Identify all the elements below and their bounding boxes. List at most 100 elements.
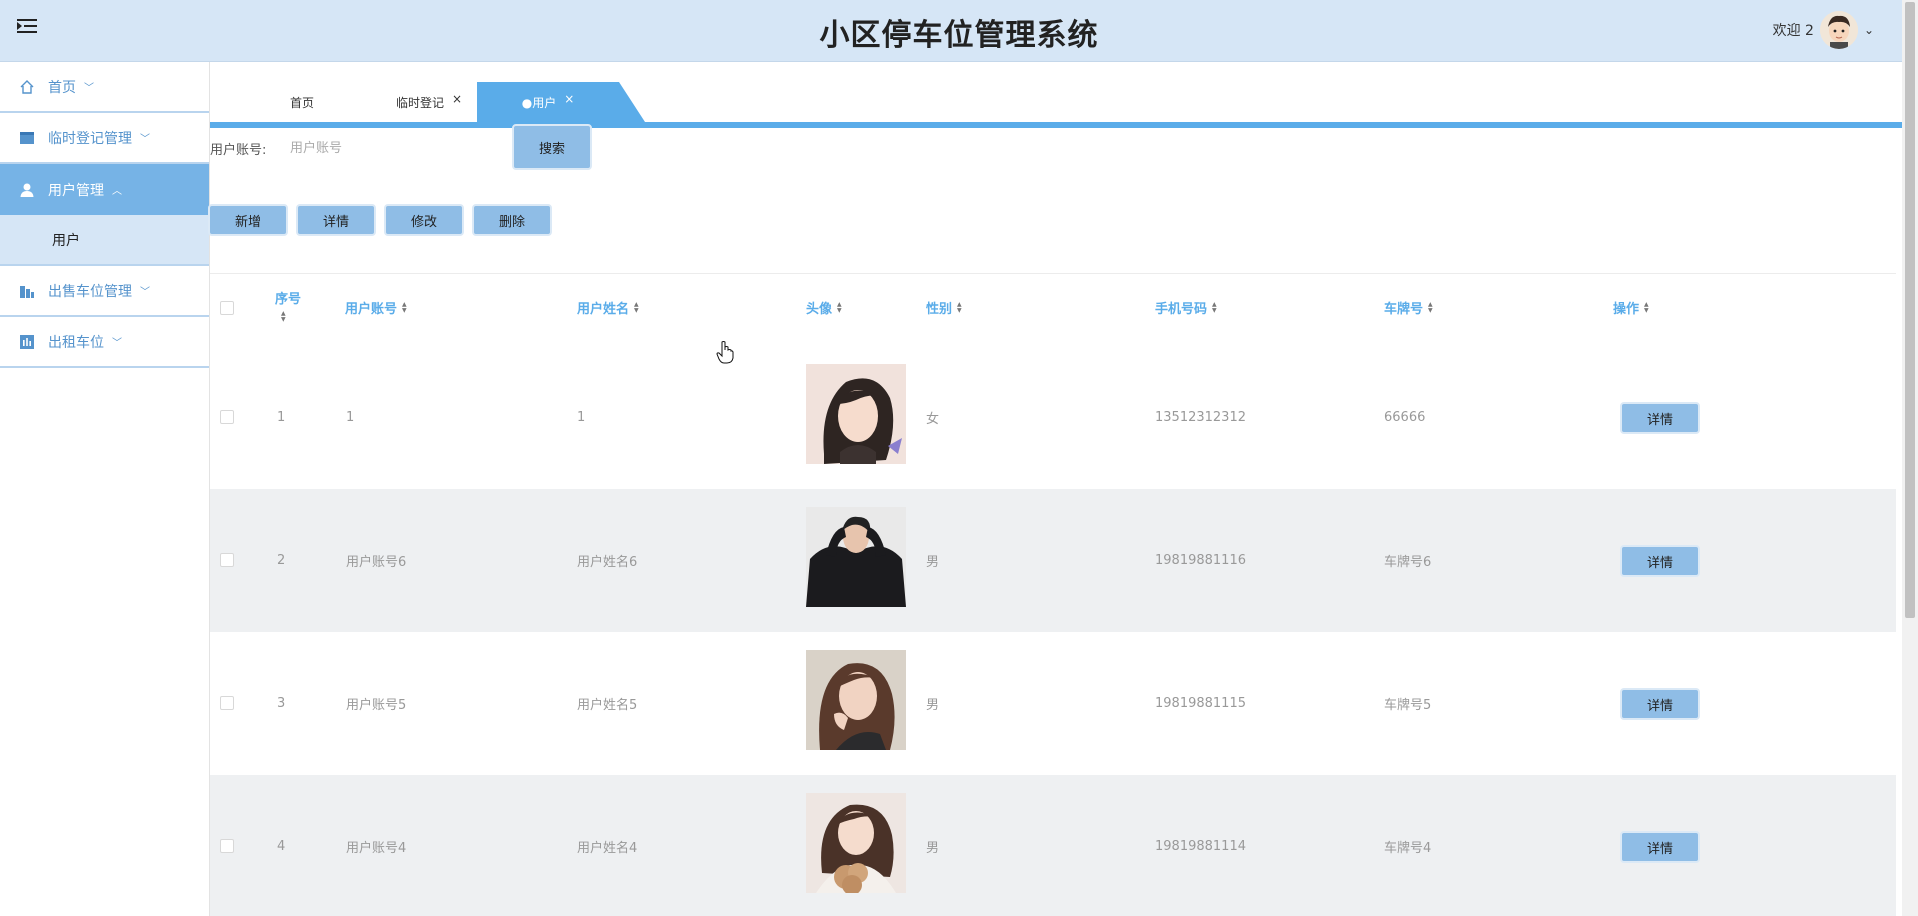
divider <box>210 273 1896 274</box>
tab-user[interactable]: ●用户 × <box>477 82 619 122</box>
cell-index: 4 <box>277 839 286 854</box>
column-header-plate[interactable]: 车牌号 ▲ ▼ <box>1384 298 1433 317</box>
column-header-avatar[interactable]: 头像 ▲ ▼ <box>806 298 842 317</box>
close-icon[interactable]: × <box>564 92 574 106</box>
building-icon <box>18 282 36 300</box>
table-row[interactable]: 3 用户账号5 用户姓名5 男 19819881115 车牌号5 详情 <box>210 632 1896 775</box>
cell-index: 1 <box>277 410 286 425</box>
detail-button[interactable]: 详情 <box>296 204 376 236</box>
tab-home[interactable]: 首页 <box>290 82 360 122</box>
cell-phone: 19819881115 <box>1155 696 1246 711</box>
top-header: 小区停车位管理系统 欢迎 2 ⌄ <box>0 0 1918 62</box>
table-row[interactable]: 2 用户账号6 用户姓名6 男 19819881116 车牌号6 详情 <box>210 489 1896 632</box>
column-label: 用户账号 <box>345 302 398 317</box>
tab-notch <box>619 82 645 122</box>
cell-plate: 车牌号5 <box>1384 698 1432 713</box>
chevron-down-icon: ﹀ <box>84 83 94 94</box>
cell-plate: 车牌号4 <box>1384 841 1432 856</box>
row-checkbox[interactable] <box>220 553 234 567</box>
row-detail-button[interactable]: 详情 <box>1620 831 1700 863</box>
sidebar-item-label: 临时登记管理 <box>48 130 132 147</box>
close-icon[interactable]: × <box>452 92 462 106</box>
app-title: 小区停车位管理系统 <box>819 18 1099 53</box>
cell-phone: 19819881114 <box>1155 839 1246 854</box>
account-search-input[interactable] <box>290 134 490 162</box>
sidebar-item-label: 出租车位 <box>48 334 104 351</box>
column-header-name[interactable]: 用户姓名 ▲ ▼ <box>577 298 639 317</box>
row-detail-button[interactable]: 详情 <box>1620 545 1700 577</box>
sort-icon[interactable]: ▲ ▼ <box>281 311 286 323</box>
welcome-text: 欢迎 2 <box>1772 23 1814 39</box>
cell-index: 3 <box>277 696 286 711</box>
sidebar-item-sale-parking[interactable]: 出售车位管理 ﹀ <box>0 266 209 317</box>
user-avatar-photo <box>806 364 906 464</box>
row-detail-button[interactable]: 详情 <box>1620 402 1700 434</box>
row-checkbox[interactable] <box>220 839 234 853</box>
tab-underline <box>210 122 1902 128</box>
tab-label: 首页 <box>290 95 315 110</box>
user-avatar-photo <box>806 650 906 750</box>
select-all-checkbox[interactable] <box>220 301 234 315</box>
sort-icon[interactable]: ▲ ▼ <box>1212 301 1217 314</box>
sidebar-item-label: 用户管理 <box>48 182 104 199</box>
column-label: 车牌号 <box>1384 302 1424 317</box>
cell-name: 用户姓名4 <box>577 841 638 856</box>
row-checkbox[interactable] <box>220 696 234 710</box>
table-row[interactable]: 4 用户账号4 用户姓名4 男 19819881114 车牌号4 详情 <box>210 775 1896 916</box>
column-header-index[interactable]: 序号 ▲ ▼ <box>275 288 301 323</box>
user-icon <box>18 181 36 199</box>
chevron-down-icon[interactable]: ⌄ <box>1864 23 1874 37</box>
cell-gender: 男 <box>926 841 940 856</box>
cell-gender: 女 <box>926 412 940 427</box>
sort-icon[interactable]: ▲ ▼ <box>837 301 842 314</box>
hand-cursor-icon <box>716 340 734 364</box>
column-label: 序号 <box>275 292 302 307</box>
cell-gender: 男 <box>926 555 940 570</box>
column-label: 手机号码 <box>1155 302 1208 317</box>
menu-toggle-icon[interactable] <box>17 17 37 35</box>
cell-phone: 13512312312 <box>1155 410 1246 425</box>
sidebar-item-label: 出售车位管理 <box>48 283 132 300</box>
table-row[interactable]: 1 1 1 女 13512312312 66666 详情 <box>210 346 1896 489</box>
delete-button[interactable]: 删除 <box>472 204 552 236</box>
column-header-phone[interactable]: 手机号码 ▲ ▼ <box>1155 298 1217 317</box>
sort-icon[interactable]: ▲ ▼ <box>1428 301 1433 314</box>
tab-bar: 首页 临时登记 × ●用户 × <box>210 62 1902 128</box>
scrollbar-thumb[interactable] <box>1905 2 1915 618</box>
sort-icon[interactable]: ▲ ▼ <box>957 301 962 314</box>
row-detail-button[interactable]: 详情 <box>1620 688 1700 720</box>
sort-icon[interactable]: ▲ ▼ <box>402 301 407 314</box>
sidebar-item-rent-parking[interactable]: 出租车位 ﹀ <box>0 317 209 368</box>
home-icon <box>18 78 36 96</box>
search-button[interactable]: 搜索 <box>512 124 592 170</box>
column-label: 用户姓名 <box>577 302 630 317</box>
chevron-down-icon: ﹀ <box>140 134 150 145</box>
sidebar-item-temp-register[interactable]: 临时登记管理 ﹀ <box>0 113 209 164</box>
chevron-down-icon: ﹀ <box>140 287 150 298</box>
page-scrollbar[interactable] <box>1902 0 1918 916</box>
add-button[interactable]: 新增 <box>208 204 288 236</box>
chevron-down-icon: ﹀ <box>112 338 122 349</box>
user-menu[interactable]: 欢迎 2 ⌄ <box>1773 10 1874 50</box>
column-label: 性别 <box>926 302 953 317</box>
register-icon <box>18 129 36 147</box>
avatar[interactable] <box>1819 11 1858 49</box>
sort-icon[interactable]: ▲ ▼ <box>634 301 639 314</box>
cell-gender: 男 <box>926 698 940 713</box>
table-header: 序号 ▲ ▼ 用户账号 ▲ ▼ 用户姓名 ▲ ▼ 头像 ▲ ▼ 性别 ▲ ▼ 手机号码 ▲… <box>210 280 1896 340</box>
column-header-account[interactable]: 用户账号 ▲ ▼ <box>345 298 407 317</box>
row-checkbox[interactable] <box>220 410 234 424</box>
rent-icon <box>18 333 36 351</box>
sidebar: 首页 ﹀ 临时登记管理 ﹀ 用户管理 ︿ 用户 出售车位管理 ﹀ 出租车位 ﹀ <box>0 62 210 916</box>
column-header-action[interactable]: 操作 ▲ ▼ <box>1613 298 1649 317</box>
edit-button[interactable]: 修改 <box>384 204 464 236</box>
sort-icon[interactable]: ▲ ▼ <box>1644 301 1649 314</box>
sidebar-item-home[interactable]: 首页 ﹀ <box>0 62 209 113</box>
column-header-gender[interactable]: 性别 ▲ ▼ <box>926 298 962 317</box>
cell-account: 用户账号6 <box>346 555 407 570</box>
user-avatar-photo <box>806 507 906 607</box>
chevron-up-icon: ︿ <box>112 186 122 197</box>
sidebar-subitem-user[interactable]: 用户 <box>0 215 209 266</box>
cell-index: 2 <box>277 553 286 568</box>
sidebar-item-user-management[interactable]: 用户管理 ︿ <box>0 164 209 215</box>
